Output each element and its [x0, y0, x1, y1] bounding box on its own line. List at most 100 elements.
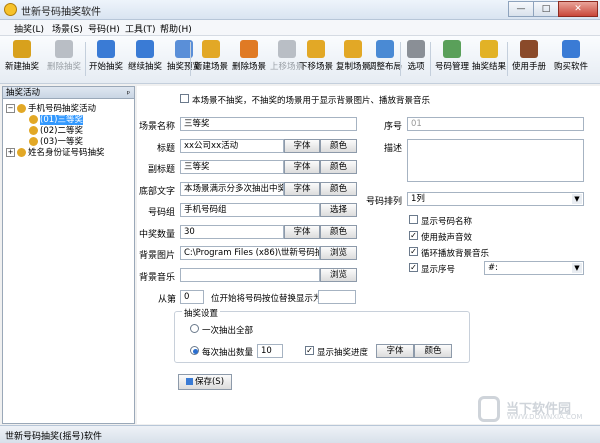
copy-scene-icon [344, 40, 362, 58]
menu-draw[interactable]: 抽奖(L) [14, 22, 44, 35]
title-input[interactable]: xx公司xx活动 [180, 139, 284, 153]
bg-image-input[interactable]: C:\Program Files (x86)\世新号码抽奖软件 [180, 246, 320, 260]
bg-music-browse-button[interactable]: 浏览 [320, 268, 357, 282]
new-scene-button[interactable]: 新建场景 [192, 38, 230, 80]
draw-activities-panel: 抽奖活动 ᵖ − 手机号码抽奖活动 (01)三等奖 (02)二等奖 (03)一等奖… [2, 86, 135, 424]
number-group-label: 号码组 [147, 208, 175, 218]
title-label: 标题 [156, 144, 175, 154]
order-select[interactable]: 1列 ▼ [407, 192, 584, 206]
continue-icon [136, 40, 154, 58]
delete-scene-button[interactable]: 删除场景 [230, 38, 268, 80]
replace-input[interactable] [318, 290, 356, 304]
desc-textarea[interactable] [407, 139, 584, 182]
winner-count-font-button[interactable]: 字体 [284, 225, 320, 239]
draw-result-button[interactable]: 抽奖结果 [470, 38, 508, 80]
bottom-text-color-button[interactable]: 颜色 [320, 182, 357, 196]
use-drum-sound-label: 使用鼓声音效 [421, 233, 473, 243]
scene-icon [29, 126, 38, 135]
menu-help[interactable]: 帮助(H) [160, 22, 192, 35]
bottom-text-input[interactable]: 本场景满示分多次抽出中奖# [180, 182, 284, 196]
bg-image-browse-button[interactable]: 浏览 [320, 246, 357, 260]
bg-music-input[interactable] [180, 268, 320, 282]
seq-input[interactable]: 01 [407, 117, 584, 131]
subtitle-label: 副标题 [147, 165, 175, 175]
maximize-button[interactable]: □ [533, 1, 559, 17]
start-draw-button[interactable]: 开始抽奖 [87, 38, 125, 80]
cart-icon [562, 40, 580, 58]
buy-software-button[interactable]: 购买软件 [552, 38, 590, 80]
bottom-text-label: 底部文字 [139, 187, 176, 197]
layout-icon [376, 40, 394, 58]
toolbar: 新建抽奖 删除抽奖 开始抽奖 继续抽奖 抽奖预览 新建场景 删除场景 上移场景 … [0, 36, 600, 84]
show-seq-checkbox[interactable]: ✓ [409, 263, 418, 272]
toolbar-separator [430, 42, 431, 76]
seq-label: 序号 [383, 122, 402, 132]
title-font-button[interactable]: 字体 [284, 139, 320, 153]
subtitle-font-button[interactable]: 字体 [284, 160, 320, 174]
delete-scene-icon [240, 40, 258, 58]
expand-icon[interactable]: + [6, 148, 15, 157]
loop-bg-music-checkbox[interactable]: ✓ [409, 247, 418, 256]
tree-node-id-activity[interactable]: + 姓名身份证号码抽奖 [6, 146, 105, 158]
adjust-layout-button[interactable]: 调整布局 [366, 38, 404, 80]
seq-format-select[interactable]: #: ▼ [484, 261, 584, 275]
progress-font-button[interactable]: 字体 [376, 344, 414, 358]
pin-icon[interactable]: ᵖ [127, 88, 130, 100]
draw-all-radio[interactable] [190, 324, 199, 333]
title-bar: 世新号码抽奖软件 — □ ✕ [0, 0, 600, 20]
manual-button[interactable]: 使用手册 [510, 38, 548, 80]
activity-icon [17, 148, 26, 157]
from-position-stepper[interactable]: 0 [180, 290, 204, 304]
toolbar-separator [85, 42, 86, 76]
menu-bar: 抽奖(L) 场景(S) 号码(H) 工具(T) 帮助(H) [0, 20, 600, 36]
show-progress-checkbox[interactable]: ✓ [305, 346, 314, 355]
subtitle-color-button[interactable]: 颜色 [320, 160, 357, 174]
save-icon [185, 378, 193, 385]
from-label: 从第 [157, 295, 176, 305]
save-button[interactable]: 保存(S) [178, 374, 232, 390]
number-group-input[interactable]: 手机号码组 [180, 203, 320, 217]
title-color-button[interactable]: 颜色 [320, 139, 357, 153]
delete-draw-button[interactable]: 删除抽奖 [44, 38, 84, 80]
draw-all-label: 一次抽出全部 [202, 326, 254, 336]
new-draw-icon [13, 40, 31, 58]
move-down-icon [307, 40, 325, 58]
menu-tools[interactable]: 工具(T) [125, 22, 156, 35]
winner-count-input[interactable]: 30 [180, 225, 284, 239]
status-bar: 世新号码抽奖(摇号)软件 [0, 425, 600, 443]
new-scene-icon [202, 40, 220, 58]
options-button[interactable]: 选项 [402, 38, 430, 80]
show-number-name-checkbox[interactable] [409, 215, 418, 224]
move-down-scene-button[interactable]: 下移场景 [297, 38, 335, 80]
winner-count-color-button[interactable]: 颜色 [320, 225, 357, 239]
number-manage-button[interactable]: 号码管理 [433, 38, 471, 80]
panel-header: 抽奖活动 ᵖ [3, 87, 134, 99]
per-draw-stepper[interactable]: 10 [257, 344, 283, 358]
desc-label: 描述 [383, 144, 402, 154]
chevron-down-icon: ▼ [572, 194, 582, 204]
options-icon [407, 40, 425, 58]
menu-number[interactable]: 号码(H) [88, 22, 120, 35]
watermark-logo-icon [478, 396, 500, 422]
show-number-name-label: 显示号码名称 [421, 217, 473, 227]
progress-color-button[interactable]: 颜色 [414, 344, 452, 358]
use-drum-sound-checkbox[interactable]: ✓ [409, 231, 418, 240]
minimize-button[interactable]: — [508, 1, 534, 17]
close-button[interactable]: ✕ [558, 1, 598, 17]
order-label: 号码排列 [365, 197, 402, 207]
collapse-icon[interactable]: − [6, 104, 15, 113]
bg-image-label: 背景图片 [139, 251, 176, 261]
continue-draw-button[interactable]: 继续抽奖 [126, 38, 164, 80]
menu-scene[interactable]: 场景(S) [52, 22, 83, 35]
no-draw-checkbox[interactable] [180, 94, 189, 103]
bottom-text-font-button[interactable]: 字体 [284, 182, 320, 196]
per-draw-radio[interactable] [190, 346, 199, 355]
number-group-select-button[interactable]: 选择 [320, 203, 357, 217]
winner-count-label: 中奖数量 [139, 230, 176, 240]
subtitle-input[interactable]: 三等奖 [180, 160, 284, 174]
toolbar-separator [400, 42, 401, 76]
scene-name-label: 场景名称 [139, 122, 176, 132]
new-draw-button[interactable]: 新建抽奖 [2, 38, 42, 80]
scene-name-input[interactable]: 三等奖 [180, 117, 357, 131]
show-seq-label: 显示序号 [421, 265, 456, 275]
